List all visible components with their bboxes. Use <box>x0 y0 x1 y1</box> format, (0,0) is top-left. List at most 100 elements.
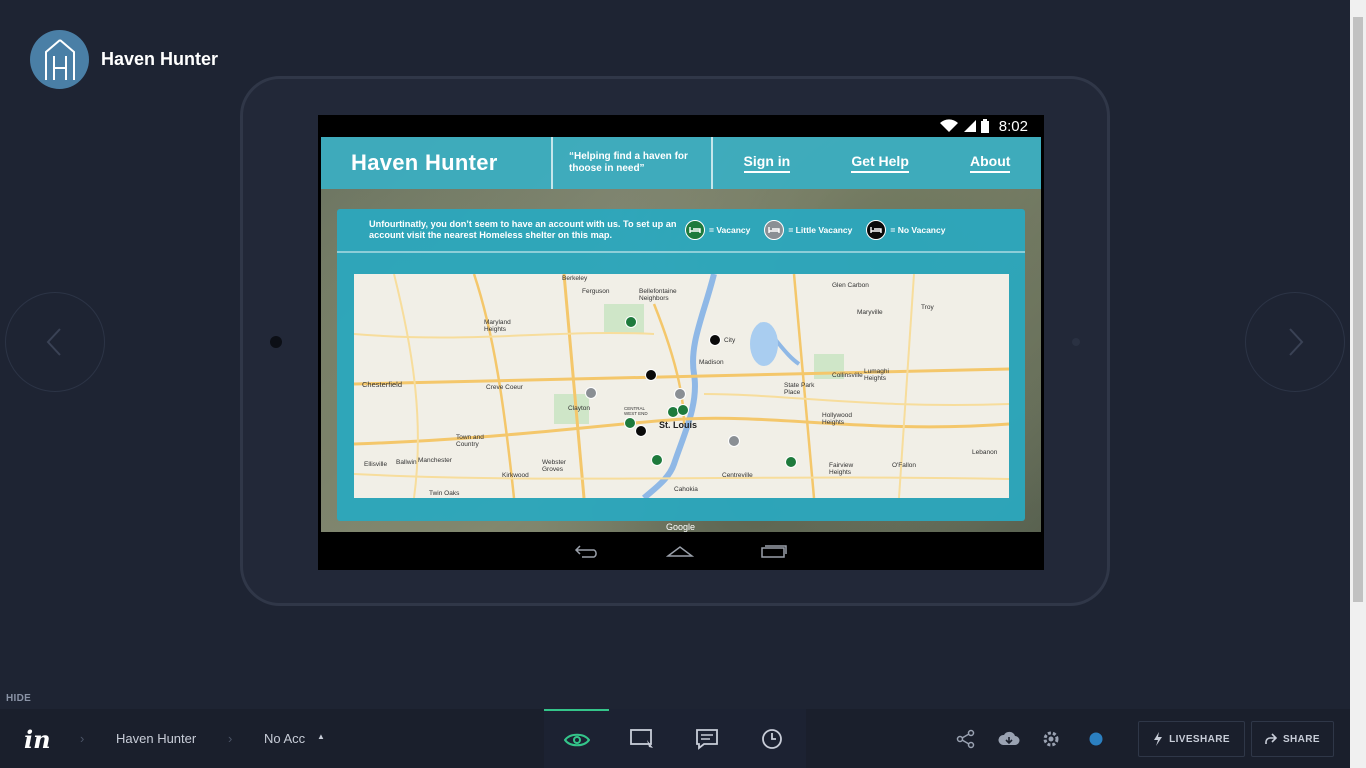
map-label: Hollywood Heights <box>822 412 852 426</box>
app-nav: Sign in Get Help About <box>713 153 1041 173</box>
legend-no-vacancy: = No Vacancy <box>866 220 945 240</box>
map-label: Ellisville <box>364 461 388 468</box>
map-label: Cahokia <box>674 486 698 493</box>
map-label: Manchester <box>418 457 452 464</box>
shelter-pin-vacancy[interactable] <box>785 456 797 468</box>
shelter-pin-vacancy[interactable] <box>677 404 689 416</box>
lightning-icon <box>1154 732 1163 746</box>
legend-label: = Little Vacancy <box>788 225 853 235</box>
map-label: CENTRAL WEST END <box>624 406 648 416</box>
about-link[interactable]: About <box>969 153 1011 173</box>
map-label: Webster Groves <box>542 459 567 473</box>
bed-icon <box>866 220 887 240</box>
project-title: Haven Hunter <box>101 49 219 69</box>
map-label: Troy <box>921 304 934 311</box>
cloud-download-icon[interactable] <box>998 728 1020 750</box>
comment-mode-button[interactable] <box>674 709 739 768</box>
recents-icon[interactable] <box>760 544 788 558</box>
app-title: Haven Hunter <box>351 150 498 175</box>
battery-icon <box>980 119 989 133</box>
panel-top: Unfourtinatly, you don’t seem to have an… <box>337 209 1025 253</box>
breadcrumb-screen[interactable]: No Acc <box>264 731 305 746</box>
legend-little-vacancy: = Little Vacancy <box>764 220 852 240</box>
map-label: Clayton <box>568 405 591 412</box>
tablet-camera <box>270 336 282 348</box>
legend-label: = Vacancy <box>709 225 751 235</box>
caret-up-icon[interactable]: ▲ <box>317 732 325 741</box>
signal-icon <box>963 120 976 132</box>
liveshare-button[interactable]: LIVESHARE <box>1138 721 1245 757</box>
shelter-pin-no-vacancy[interactable] <box>645 369 657 381</box>
sign-in-link[interactable]: Sign in <box>743 153 791 173</box>
get-help-link[interactable]: Get Help <box>851 153 909 173</box>
map-label: Fairview Heights <box>829 462 854 476</box>
next-screen-button[interactable] <box>1245 292 1345 392</box>
map-label: Glen Carbon <box>832 282 869 289</box>
shelter-pin-vacancy[interactable] <box>625 316 637 328</box>
chevron-right-icon: › <box>228 731 233 746</box>
device-screen: 8:02 Haven Hunter “Helping find a haven … <box>318 115 1044 570</box>
map-label: Maryville <box>857 309 883 316</box>
legend-vacancy: = Vacancy <box>685 220 750 240</box>
map-label: Chesterfield <box>362 380 403 389</box>
user-avatar[interactable] <box>1085 728 1107 750</box>
wifi-icon <box>939 119 958 132</box>
app-tagline: “Helping find a haven for thoose in need… <box>569 151 688 174</box>
map-label: Centreville <box>722 472 753 479</box>
tablet-sensor <box>1072 338 1080 346</box>
shelter-pin-no-vacancy[interactable] <box>709 334 721 346</box>
clock-icon <box>761 728 782 749</box>
map-label: State Park Place <box>784 382 815 396</box>
chevron-left-icon <box>46 328 61 356</box>
map-label: Bellefontaine Neighbors <box>639 288 677 302</box>
back-icon[interactable] <box>574 544 600 558</box>
map-label: Collinsville <box>832 372 863 379</box>
map-credit: Google <box>666 522 696 532</box>
project-logo[interactable] <box>30 30 89 89</box>
invision-logo[interactable]: in <box>24 725 51 754</box>
map-label: City <box>724 337 736 344</box>
map-label: Lumaghi Heights <box>864 368 889 382</box>
map-label: Ferguson <box>582 288 610 295</box>
map-label: Ballwin <box>396 459 417 466</box>
map-label: Town and Country <box>456 434 484 448</box>
build-mode-icon <box>629 728 653 748</box>
home-icon[interactable] <box>666 544 694 558</box>
page-scrollbar[interactable] <box>1350 0 1366 768</box>
shelter-pin-little-vacancy[interactable] <box>674 388 686 400</box>
content-panel: Unfourtinatly, you don’t seem to have an… <box>337 209 1025 521</box>
build-mode-button[interactable] <box>609 709 674 768</box>
eye-icon <box>563 733 590 746</box>
chevron-right-icon <box>1289 328 1304 356</box>
share-button[interactable]: SHARE <box>1251 721 1334 757</box>
shelter-pin-little-vacancy[interactable] <box>728 435 740 447</box>
map-label: O'Fallon <box>892 462 917 469</box>
comment-icon <box>695 728 718 750</box>
map-label: Kirkwood <box>502 472 529 479</box>
gear-icon[interactable] <box>1040 728 1062 750</box>
map-label: Maryland Heights <box>484 319 511 333</box>
scrollbar-thumb[interactable] <box>1353 17 1363 602</box>
map-label: Twin Oaks <box>429 490 460 497</box>
previous-screen-button[interactable] <box>5 292 105 392</box>
shelter-pin-vacancy[interactable] <box>651 454 663 466</box>
share-network-icon[interactable] <box>955 728 977 750</box>
preview-mode-button[interactable] <box>544 709 609 768</box>
shelter-pin-little-vacancy[interactable] <box>585 387 597 399</box>
bed-icon <box>764 220 785 240</box>
map-label: Creve Coeur <box>486 384 523 391</box>
map-label: Madison <box>699 359 724 366</box>
history-mode-button[interactable] <box>739 709 804 768</box>
shelter-map[interactable]: Berkeley Ferguson Bellefontaine Neighbor… <box>354 274 1009 498</box>
shelter-pin-vacancy[interactable] <box>624 417 636 429</box>
hide-toolbar-button[interactable]: HIDE <box>6 693 31 704</box>
legend-label: = No Vacancy <box>890 225 946 235</box>
map-label-st-louis: St. Louis <box>659 420 697 430</box>
app-header: Haven Hunter “Helping find a haven for t… <box>321 137 1041 189</box>
breadcrumb-project[interactable]: Haven Hunter <box>116 731 196 746</box>
house-h-icon <box>44 38 75 80</box>
share-label: SHARE <box>1282 733 1320 745</box>
shelter-pin-no-vacancy[interactable] <box>635 425 647 437</box>
android-nav-bar <box>318 532 1044 570</box>
map-label: Berkeley <box>562 275 588 282</box>
